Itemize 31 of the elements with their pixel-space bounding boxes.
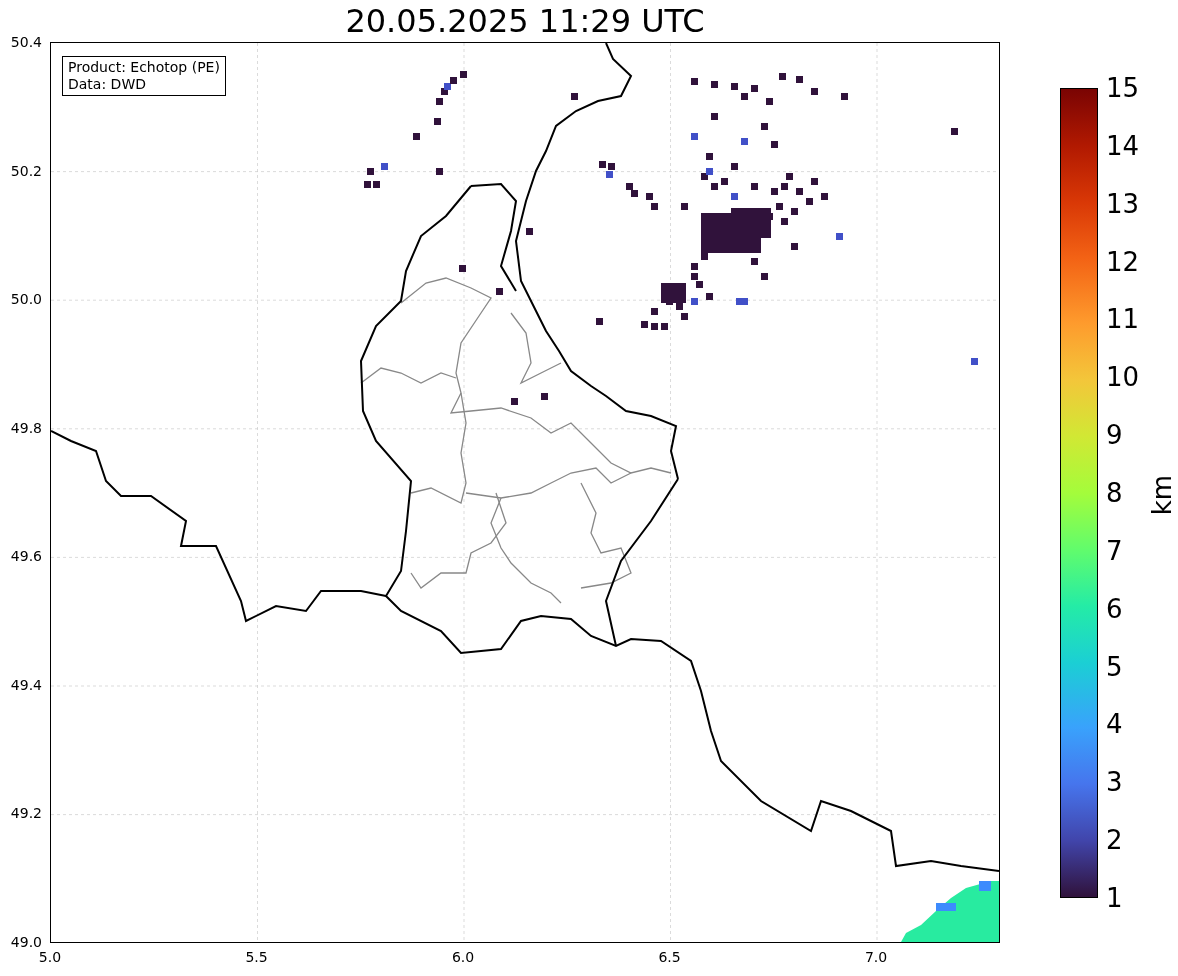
colorbar-tick-label: 7 — [1106, 535, 1123, 566]
legend-text: Data: DWD — [68, 76, 147, 93]
x-tick-label: 6.0 — [451, 949, 475, 965]
colorbar-tick-label: 5 — [1106, 651, 1123, 682]
colorbar-tick-label: 11 — [1106, 304, 1140, 335]
colorbar-tick-label: 10 — [1106, 362, 1140, 393]
x-tick-label: 5.5 — [245, 949, 268, 965]
y-tick-label: 49.4 — [10, 676, 42, 693]
colorbar-tick-label: 1 — [1106, 883, 1123, 913]
y-tick-label: 49.6 — [10, 548, 42, 565]
colorbar-tick-label: 3 — [1106, 767, 1123, 798]
y-tick-label: 50.2 — [10, 162, 42, 179]
x-tick-label: 5.0 — [38, 949, 62, 965]
colorbar-tick-label: 14 — [1106, 130, 1140, 161]
y-tick-label: 49.2 — [10, 805, 42, 822]
colorbar-tick-label: 4 — [1106, 709, 1123, 740]
x-tick-label: 6.5 — [658, 949, 681, 965]
colorbar-tick-label: 9 — [1106, 420, 1123, 451]
colorbar-tick-label: 2 — [1106, 825, 1123, 856]
colorbar-tick-label: 13 — [1106, 188, 1140, 219]
y-tick-label: 49.8 — [10, 419, 42, 436]
colorbar-tick-label: 8 — [1106, 478, 1123, 508]
colorbar-tick-label: 12 — [1106, 246, 1140, 277]
legend-text: Product: Echotop (PE) — [68, 59, 220, 76]
y-tick-label: 50.4 — [10, 34, 42, 50]
y-tick-label: 50.0 — [10, 291, 42, 308]
x-tick-label: 7.0 — [864, 949, 888, 965]
y-tick-label: 49.0 — [10, 934, 42, 950]
colorbar-tick-label: 15 — [1106, 73, 1140, 103]
colorbar-label: km — [1147, 474, 1178, 516]
colorbar-tick-label: 6 — [1106, 593, 1123, 624]
